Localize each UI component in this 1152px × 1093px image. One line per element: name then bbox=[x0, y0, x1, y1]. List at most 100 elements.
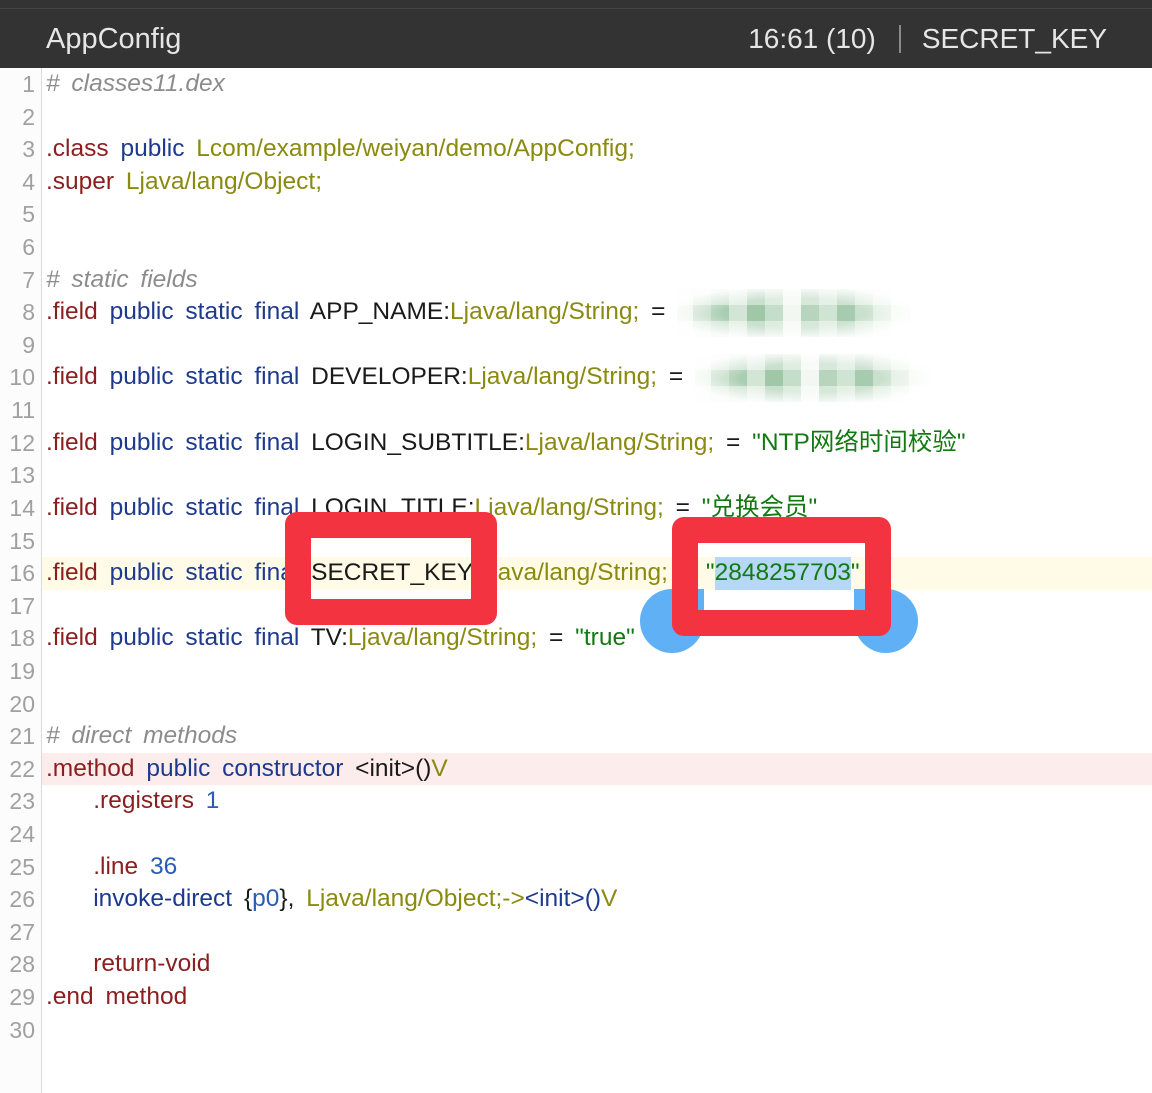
smali-type: Ljava/lang/Object;-> bbox=[306, 885, 525, 913]
code-line[interactable]: .field public static final LOGIN_TITLE:L… bbox=[42, 492, 1152, 525]
string-literal: "true" bbox=[575, 624, 635, 652]
code-line[interactable] bbox=[42, 198, 1152, 231]
code-text: = bbox=[537, 624, 576, 652]
smali-keyword: invoke-direct bbox=[46, 885, 244, 913]
code-text: = bbox=[657, 363, 695, 391]
code-line[interactable]: return-void bbox=[42, 948, 1152, 981]
smali-directive: .field bbox=[46, 559, 110, 587]
editor-title-bar: AppConfig 16:61 (10) SECRET_KEY bbox=[0, 0, 1152, 68]
current-code-line[interactable]: .field public static final SECRET_KEY:Lj… bbox=[42, 557, 1152, 590]
line-number: 3 bbox=[22, 136, 35, 163]
line-number: 10 bbox=[9, 364, 35, 391]
line-number-gutter: 1 2 3 4 5 6 7 8 9 10 11 12 13 14 15 16 17 18 19 20 21 22 23 24 2… bbox=[0, 68, 42, 1093]
code-line[interactable]: # static fields bbox=[42, 264, 1152, 297]
code-line[interactable]: .field public static final LOGIN_SUBTITL… bbox=[42, 427, 1152, 460]
line-number: 11 bbox=[11, 397, 35, 424]
line-number: 26 bbox=[9, 886, 35, 913]
smali-type: V bbox=[601, 885, 618, 913]
code-editor[interactable]: # classes11.dex .class public Lcom/exampl… bbox=[42, 68, 1152, 1093]
code-line[interactable] bbox=[42, 101, 1152, 134]
line-number: 21 bbox=[9, 723, 35, 750]
code-line[interactable]: invoke-direct {p0}, Ljava/lang/Object;->… bbox=[42, 883, 1152, 916]
code-line[interactable]: # classes11.dex bbox=[42, 68, 1152, 101]
number-literal: p0 bbox=[252, 885, 280, 913]
line-number: 27 bbox=[9, 918, 35, 945]
code-text: <init>() bbox=[355, 754, 432, 782]
code-line[interactable] bbox=[42, 231, 1152, 264]
smali-directive: .registers bbox=[46, 787, 206, 815]
code-line[interactable] bbox=[42, 459, 1152, 492]
smali-type: Ljava/lang/Object; bbox=[125, 167, 323, 195]
header-divider bbox=[898, 25, 901, 53]
smali-type: Ljava/lang/String; bbox=[524, 428, 715, 456]
current-symbol[interactable]: SECRET_KEY bbox=[922, 23, 1107, 55]
smali-directive: .field bbox=[46, 298, 110, 326]
smali-keyword: public bbox=[120, 135, 197, 163]
code-comment: # classes11.dex bbox=[46, 70, 225, 97]
smali-keyword: public static final bbox=[109, 493, 312, 521]
string-literal: "NTP网络时间校验" bbox=[752, 428, 966, 456]
smali-keyword: public static final bbox=[109, 428, 312, 456]
line-number: 25 bbox=[9, 853, 35, 880]
code-line[interactable] bbox=[42, 688, 1152, 721]
smali-keyword: public constructor bbox=[146, 754, 356, 782]
code-text: { bbox=[243, 885, 253, 913]
smali-type: Lcom/example/weiyan/demo/AppConfig; bbox=[196, 135, 635, 163]
code-text: LOGIN_SUBTITLE: bbox=[311, 428, 525, 456]
smali-directive: .method bbox=[46, 754, 147, 782]
smali-keyword: public static final bbox=[109, 624, 311, 652]
annotation-box-secret-key-name bbox=[285, 512, 497, 625]
code-line[interactable]: .super Ljava/lang/Object; bbox=[42, 166, 1152, 199]
smali-type: Ljava/lang/String; bbox=[467, 363, 658, 391]
line-number: 7 bbox=[22, 266, 35, 293]
code-line[interactable] bbox=[42, 655, 1152, 688]
code-line[interactable] bbox=[42, 590, 1152, 623]
file-title: AppConfig bbox=[46, 22, 182, 55]
line-number: 20 bbox=[9, 690, 35, 717]
smali-directive: .field bbox=[46, 428, 110, 456]
annotation-box-secret-key-value bbox=[672, 517, 891, 636]
code-line[interactable]: .field public static final APP_NAME:Ljav… bbox=[42, 288, 1152, 337]
line-number: 15 bbox=[9, 527, 35, 554]
code-text: APP_NAME: bbox=[309, 298, 451, 326]
code-line[interactable] bbox=[42, 818, 1152, 851]
smali-directive: .class bbox=[46, 135, 121, 163]
line-number: 19 bbox=[9, 657, 35, 684]
code-text: = bbox=[714, 428, 753, 456]
code-line[interactable]: .class public Lcom/example/weiyan/demo/A… bbox=[42, 133, 1152, 166]
line-number: 4 bbox=[22, 168, 35, 195]
code-line[interactable] bbox=[42, 1014, 1152, 1047]
code-line[interactable] bbox=[42, 916, 1152, 949]
smali-keyword: public static final bbox=[109, 363, 312, 391]
code-line[interactable] bbox=[42, 394, 1152, 427]
code-line[interactable] bbox=[42, 329, 1152, 362]
smali-directive: .field bbox=[46, 624, 110, 652]
code-line[interactable]: .field public static final TV:Ljava/lang… bbox=[42, 622, 1152, 655]
marked-code-line[interactable]: .method public constructor <init>()V bbox=[42, 752, 1152, 786]
smali-type: Ljava/lang/String; bbox=[474, 493, 664, 521]
line-number: 23 bbox=[9, 788, 35, 815]
code-text: TV: bbox=[310, 624, 348, 652]
line-number: 8 bbox=[22, 299, 35, 326]
smali-directive: .super bbox=[46, 167, 126, 195]
line-number: 30 bbox=[9, 1016, 35, 1043]
line-number: 28 bbox=[9, 951, 35, 978]
smali-keyword: <init>() bbox=[524, 885, 602, 913]
line-number: 14 bbox=[9, 494, 35, 521]
number-literal: 36 bbox=[149, 852, 178, 880]
code-line[interactable]: .registers 1 bbox=[42, 785, 1152, 818]
code-line[interactable]: # direct methods bbox=[42, 720, 1152, 753]
code-line[interactable]: .line 36 bbox=[42, 851, 1152, 884]
smali-directive: .line bbox=[46, 852, 150, 880]
smali-directive: return-void bbox=[46, 950, 211, 978]
line-number: 2 bbox=[22, 103, 35, 130]
smali-type: Ljava/lang/String; bbox=[478, 559, 668, 587]
code-line[interactable]: .end method bbox=[42, 981, 1152, 1014]
line-number: 24 bbox=[9, 821, 35, 848]
line-number: 22 bbox=[9, 755, 35, 782]
line-number: 6 bbox=[22, 234, 35, 261]
redacted-value bbox=[677, 288, 912, 337]
code-line[interactable] bbox=[42, 525, 1152, 558]
code-line[interactable]: .field public static final DEVELOPER:Lja… bbox=[42, 354, 1152, 403]
cursor-position: 16:61 (10) bbox=[748, 23, 876, 54]
